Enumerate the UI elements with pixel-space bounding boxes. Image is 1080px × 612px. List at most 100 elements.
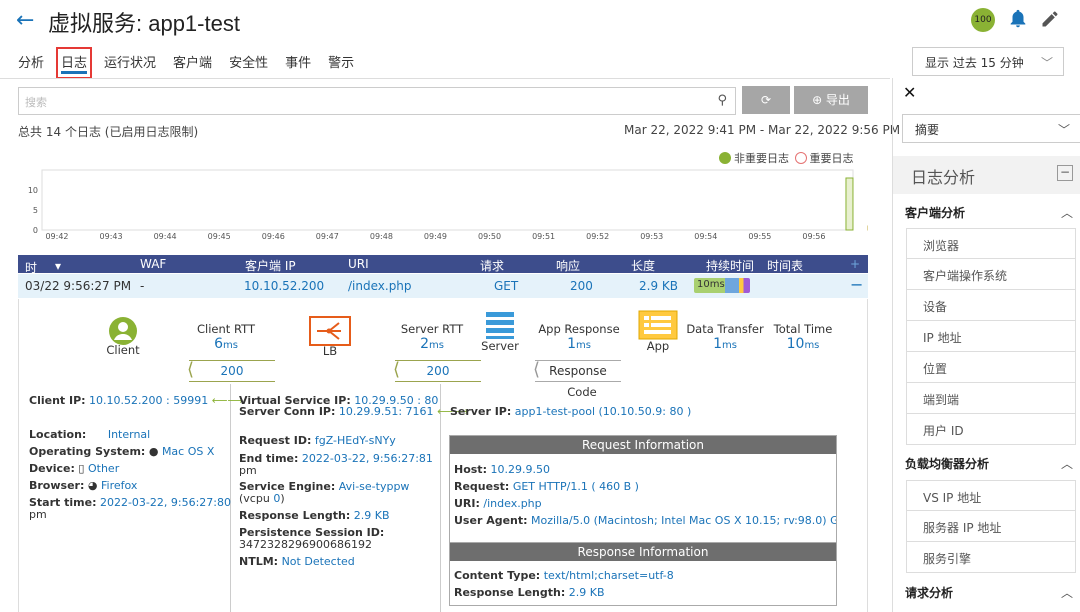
x-tick-label: 09:44 xyxy=(154,232,177,241)
cell-request[interactable]: GET xyxy=(494,279,518,293)
tab-clients[interactable]: 客户端 xyxy=(173,52,212,74)
browser-row: Browser: ◕ Firefox xyxy=(29,479,137,492)
section-client-analytics[interactable]: 客户端分析 ︿ xyxy=(905,204,1075,221)
search-icon[interactable]: ⚲ xyxy=(717,93,727,108)
content-type-row: Content Type: text/html;charset=utf-8 xyxy=(454,569,674,582)
cell-client-ip[interactable]: 10.10.52.200 xyxy=(244,279,324,293)
browser-value[interactable]: Firefox xyxy=(101,479,137,492)
col-request[interactable]: 请求 xyxy=(480,257,504,274)
device-row: Device: ▯ Other xyxy=(29,462,119,475)
ntlm-value: Not Detected xyxy=(281,555,355,568)
device-value[interactable]: Other xyxy=(88,462,119,475)
col-timeline[interactable]: 时间表 xyxy=(767,257,803,274)
tab-events[interactable]: 事件 xyxy=(285,52,311,74)
response-code-label: ⟨ Response xyxy=(533,360,621,382)
server-ip-label: Server IP: xyxy=(450,405,512,418)
sidebar-item-device[interactable]: 设备 xyxy=(906,290,1076,321)
collapse-icon[interactable]: − xyxy=(1057,165,1073,181)
col-uri[interactable]: URI xyxy=(348,257,369,271)
start-time-value: 2022-03-22, 9:56:27:80 xyxy=(99,496,231,509)
persistence-value: 3472328296900686192 xyxy=(239,538,372,551)
y-tick-label: 0 xyxy=(33,226,38,235)
sidebar-item-end-to-end[interactable]: 端到端 xyxy=(906,383,1076,414)
app-response-value: 1 xyxy=(567,336,576,352)
log-histogram-chart[interactable]: 0 5 10 09:42 09:43 09:44 09:45 09:46 09:47 09:48 0… xyxy=(18,166,868,248)
tab-bar: 分析 日志 运行状况 客户端 安全性 事件 警示 xyxy=(18,47,371,79)
x-tick-label: 09:55 xyxy=(748,232,771,241)
user-agent-value[interactable]: Mozilla/5.0 (Macintosh; Intel Mac OS X 1… xyxy=(531,514,836,527)
col-client-ip[interactable]: 客户端 IP xyxy=(245,257,296,274)
cell-uri[interactable]: /index.php xyxy=(348,279,412,293)
x-tick-label: 09:52 xyxy=(586,232,609,241)
location-value[interactable]: Internal xyxy=(108,428,150,441)
table-row[interactable]: 03/22 9:56:27 PM - 10.10.52.200 /index.p… xyxy=(18,274,868,298)
request-value[interactable]: GET HTTP/1.1 ( 460 B ) xyxy=(513,480,639,493)
sidebar-item-location[interactable]: 位置 xyxy=(906,352,1076,383)
export-button[interactable]: ⊕ 导出 xyxy=(794,86,868,114)
tab-security[interactable]: 安全性 xyxy=(229,52,268,74)
sidebar-item-ip-address[interactable]: IP 地址 xyxy=(906,321,1076,352)
summary-select[interactable]: 摘要 ﹀ xyxy=(902,114,1080,143)
tab-analytics[interactable]: 分析 xyxy=(18,52,44,74)
vcpu-row: (vcpu 0) xyxy=(239,492,285,505)
log-total: 总共 14 个日志 (已启用日志限制) xyxy=(18,123,198,140)
edit-icon[interactable] xyxy=(1040,9,1060,29)
x-tick-label: 09:51 xyxy=(532,232,555,241)
sidebar-item-service-engine[interactable]: 服务引擎 xyxy=(906,542,1076,573)
time-range-select[interactable]: 显示 过去 15 分钟 ﹀ xyxy=(912,47,1064,76)
search-input[interactable]: 搜索 ⚲ xyxy=(18,87,736,115)
client-ip-label: Client IP: xyxy=(29,394,86,407)
collapse-row-icon[interactable]: − xyxy=(850,275,863,294)
total-time: Total Time 10ms xyxy=(771,322,835,352)
client-ip-value[interactable]: 10.10.52.200 : 59991 xyxy=(89,394,208,407)
sidebar-item-browser[interactable]: 浏览器 xyxy=(906,228,1076,259)
load-balancer-icon xyxy=(309,316,351,346)
section-lb-label: 负载均衡器分析 xyxy=(905,457,990,471)
refresh-button[interactable]: ⟳ xyxy=(742,86,790,114)
cell-response[interactable]: 200 xyxy=(570,279,593,293)
content-type-value[interactable]: text/html;charset=utf-8 xyxy=(544,569,674,582)
sidebar-item-user-id[interactable]: 用户 ID xyxy=(906,414,1076,445)
client-icon xyxy=(109,317,137,345)
col-waf[interactable]: WAF xyxy=(140,257,166,271)
server-conn-value[interactable]: 10.29.9.51: 7161 xyxy=(339,405,434,418)
health-score-badge[interactable]: 100 xyxy=(971,8,995,32)
host-value[interactable]: 10.29.9.50 xyxy=(490,463,549,476)
legend-non-important[interactable]: 非重要日志 xyxy=(734,152,789,165)
sidebar-item-vs-ip[interactable]: VS IP 地址 xyxy=(906,480,1076,511)
x-tick-label: 09:49 xyxy=(424,232,447,241)
x-tick-label: 09:43 xyxy=(100,232,123,241)
lb-label: LB xyxy=(322,344,338,358)
response-length-value: 2.9 KB xyxy=(353,509,390,522)
tab-logs[interactable]: 日志 xyxy=(56,47,93,79)
back-arrow-icon[interactable]: ← xyxy=(16,8,34,33)
server-ip-value[interactable]: app1-test-pool xyxy=(515,405,595,418)
service-engine-value[interactable]: Avi-se-typpw xyxy=(339,480,410,493)
cell-length[interactable]: 2.9 KB xyxy=(639,279,678,293)
os-value[interactable]: Mac OS X xyxy=(162,445,214,458)
section-request-analytics[interactable]: 请求分析 ︿ xyxy=(905,584,1075,601)
app-label: App xyxy=(646,339,670,353)
col-duration[interactable]: 持续时间 xyxy=(706,257,754,274)
uri-value[interactable]: /index.php xyxy=(483,497,541,510)
request-info-box: Request Information Host: 10.29.9.50 Req… xyxy=(449,435,837,545)
code-word: Code xyxy=(567,385,597,399)
time-range-text: Mar 22, 2022 9:41 PM - Mar 22, 2022 9:56… xyxy=(624,123,901,137)
bell-icon[interactable] xyxy=(1007,8,1029,30)
sidebar-item-server-ip[interactable]: 服务器 IP 地址 xyxy=(906,511,1076,542)
duration-bar[interactable]: 10ms xyxy=(694,278,750,293)
legend-important[interactable]: 重要日志 xyxy=(810,152,854,165)
legend-swatch-non-important xyxy=(719,152,731,164)
request-id-value[interactable]: fgZ-HEdY-sNYy xyxy=(315,434,396,447)
user-agent-row: User Agent: Mozilla/5.0 (Macintosh; Inte… xyxy=(454,514,836,527)
sidebar-item-client-os[interactable]: 客户端操作系统 xyxy=(906,259,1076,290)
tab-health[interactable]: 运行状况 xyxy=(104,52,156,74)
resp-length-row: Response Length: 2.9 KB xyxy=(454,586,605,599)
col-response[interactable]: 响应 xyxy=(556,257,580,274)
response-length-label: Response Length: xyxy=(239,509,351,522)
close-icon[interactable]: ✕ xyxy=(903,83,916,102)
add-column-icon[interactable]: + xyxy=(850,257,860,271)
col-length[interactable]: 长度 xyxy=(631,257,655,274)
tab-alerts[interactable]: 警示 xyxy=(328,52,354,74)
section-lb-analytics[interactable]: 负载均衡器分析 ︿ xyxy=(905,455,1075,472)
